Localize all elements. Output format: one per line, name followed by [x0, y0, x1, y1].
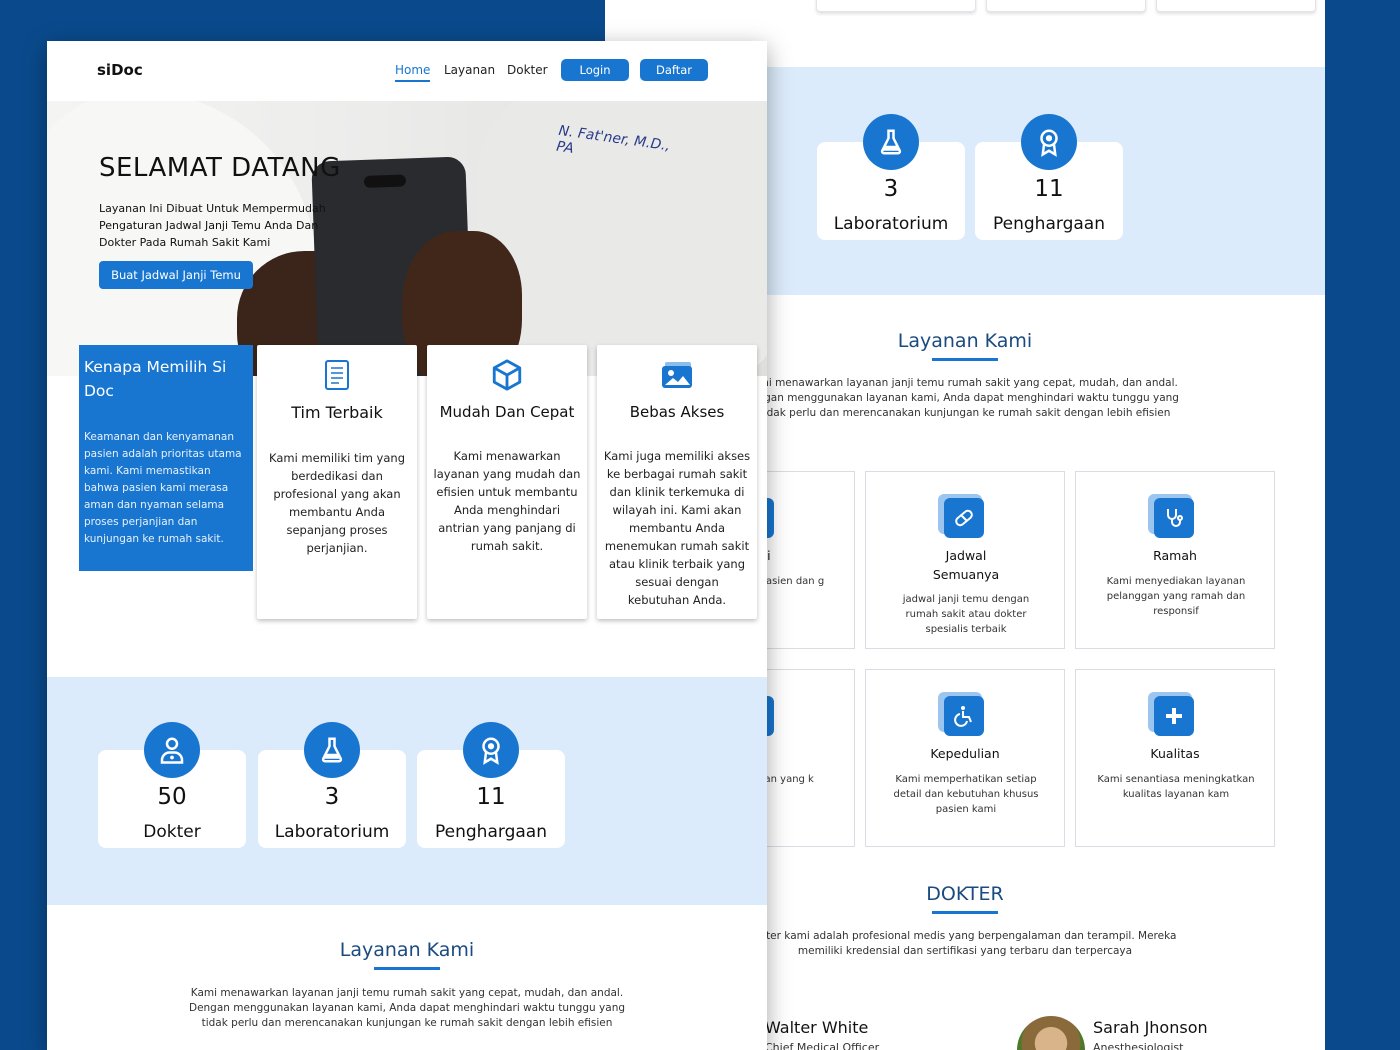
book-appointment-button[interactable]: Buat Jadwal Janji Temu	[99, 261, 253, 289]
feature-desc: Kami juga memiliki akses ke berbagai rum…	[603, 449, 751, 607]
stat-label: Laboratorium	[833, 214, 949, 234]
feature-title: Tim Terbaik	[291, 403, 383, 422]
stat-value: 11	[476, 784, 506, 810]
plus-icon	[1154, 696, 1194, 736]
award-icon	[1021, 114, 1077, 170]
doctors-desc: okter kami adalah profesional medis yang…	[753, 930, 1177, 957]
stat-card: 11 Penghargaan	[417, 722, 565, 848]
avatar	[1017, 1016, 1085, 1050]
why-card: Kenapa Memilih Si Doc Keamanan dan kenya…	[79, 345, 253, 571]
pill-icon	[944, 498, 984, 538]
service-desc: Kami menyediakan layanan pelanggan yang …	[1106, 576, 1246, 617]
feature-card[interactable]: Tim Terbaik Kami memiliki tim yang berde…	[257, 345, 417, 619]
logo[interactable]: siDoc	[97, 61, 143, 79]
stats-section: 50 Dokter 3 Laboratorium 11 Penghargaan	[47, 677, 767, 905]
doctor-name: Walter White	[765, 1018, 869, 1037]
stat-card: 3 Laboratorium	[817, 114, 965, 240]
service-card[interactable]: Ramah Kami menyediakan layanan pelanggan…	[1075, 471, 1275, 649]
service-desc: Kami senantiasa meningkatkan kualitas la…	[1097, 774, 1255, 800]
feature-desc: Kami memiliki tim yang berdedikasi dan p…	[268, 451, 406, 555]
service-name: Ramah	[1153, 548, 1197, 563]
stat-label: Dokter	[143, 822, 201, 842]
doctors-title: DOKTER	[765, 883, 1165, 914]
feature-title: Mudah Dan Cepat	[439, 403, 575, 421]
login-button[interactable]: Login	[561, 59, 629, 81]
cube-icon	[487, 355, 527, 395]
hero-subtitle: Layanan Ini Dibuat Untuk Mempermudah Pen…	[99, 202, 326, 249]
services-title: Layanan Kami	[207, 939, 607, 970]
feature-desc: Kami menawarkan layanan yang mudah dan e…	[433, 449, 581, 553]
main-page: siDoc Home Layanan Dokter Login Daftar N…	[47, 41, 767, 1050]
stat-label: Penghargaan	[993, 214, 1105, 234]
service-card[interactable]: Kepedulian Kami memperhatikan setiap det…	[865, 669, 1065, 847]
feature-card[interactable]: Bebas Akses Kami juga memiliki akses ke …	[597, 345, 757, 619]
services-desc: Kami menawarkan layanan janji temu rumah…	[188, 987, 626, 1029]
stat-value: 3	[883, 176, 899, 202]
wheelchair-icon	[944, 696, 984, 736]
back-top-cards	[605, 0, 1325, 12]
why-title: Kenapa Memilih Si Doc	[84, 358, 227, 400]
services-desc: ami menawarkan layanan janji temu rumah …	[751, 377, 1179, 419]
hero-section: N. Fat'ner, M.D., PA SELAMAT DATANG Laya…	[47, 101, 767, 376]
stat-value: 3	[324, 784, 340, 810]
stat-card: 3 Laboratorium	[258, 722, 406, 848]
why-desc: Keamanan dan kenyamanan pasien adalah pr…	[84, 431, 242, 545]
stat-label: Laboratorium	[274, 822, 390, 842]
service-name: Jadwal Semuanya	[932, 548, 1000, 582]
nav-link-layanan[interactable]: Layanan	[444, 63, 495, 77]
services-title: Layanan Kami	[765, 330, 1165, 361]
service-card[interactable]: Kualitas Kami senantiasa meningkatkan ku…	[1075, 669, 1275, 847]
flask-icon	[863, 114, 919, 170]
service-desc: jadwal janji temu dengan rumah sakit ata…	[902, 594, 1030, 635]
stat-label: Penghargaan	[435, 822, 547, 842]
hero-title: SELAMAT DATANG	[99, 153, 341, 183]
service-name: Kualitas	[1150, 746, 1200, 761]
service-desc: Kami memperhatikan setiap detail dan keb…	[893, 774, 1039, 815]
service-name: Kepedulian	[930, 746, 1000, 761]
doctor-name: Sarah Jhonson	[1093, 1018, 1208, 1037]
navbar: siDoc Home Layanan Dokter Login Daftar	[47, 41, 767, 101]
doctor-card[interactable]: Walter White Chief Medical Officer	[765, 1018, 879, 1050]
doctor-card[interactable]: Sarah Jhonson Anesthesiologist	[1093, 1018, 1208, 1050]
stat-value: 50	[157, 784, 187, 810]
stat-card: 50 Dokter	[98, 722, 246, 848]
document-list-icon	[317, 355, 357, 395]
image-icon	[657, 355, 697, 395]
stat-value: 11	[1034, 176, 1064, 202]
feature-card[interactable]: Mudah Dan Cepat Kami menawarkan layanan …	[427, 345, 587, 619]
nav-link-dokter[interactable]: Dokter	[507, 63, 548, 77]
doctor-role: Chief Medical Officer	[765, 1041, 880, 1050]
register-button[interactable]: Daftar	[640, 59, 708, 81]
flask-icon	[304, 722, 360, 778]
service-card[interactable]: Jadwal Semuanya jadwal janji temu dengan…	[865, 471, 1065, 649]
doctor-role: Anesthesiologist	[1093, 1041, 1184, 1050]
feature-title: Bebas Akses	[629, 403, 725, 421]
doctor-icon	[144, 722, 200, 778]
stethoscope-icon	[1154, 498, 1194, 538]
award-icon	[463, 722, 519, 778]
stat-card: 11 Penghargaan	[975, 114, 1123, 240]
nav-link-home[interactable]: Home	[395, 63, 431, 82]
